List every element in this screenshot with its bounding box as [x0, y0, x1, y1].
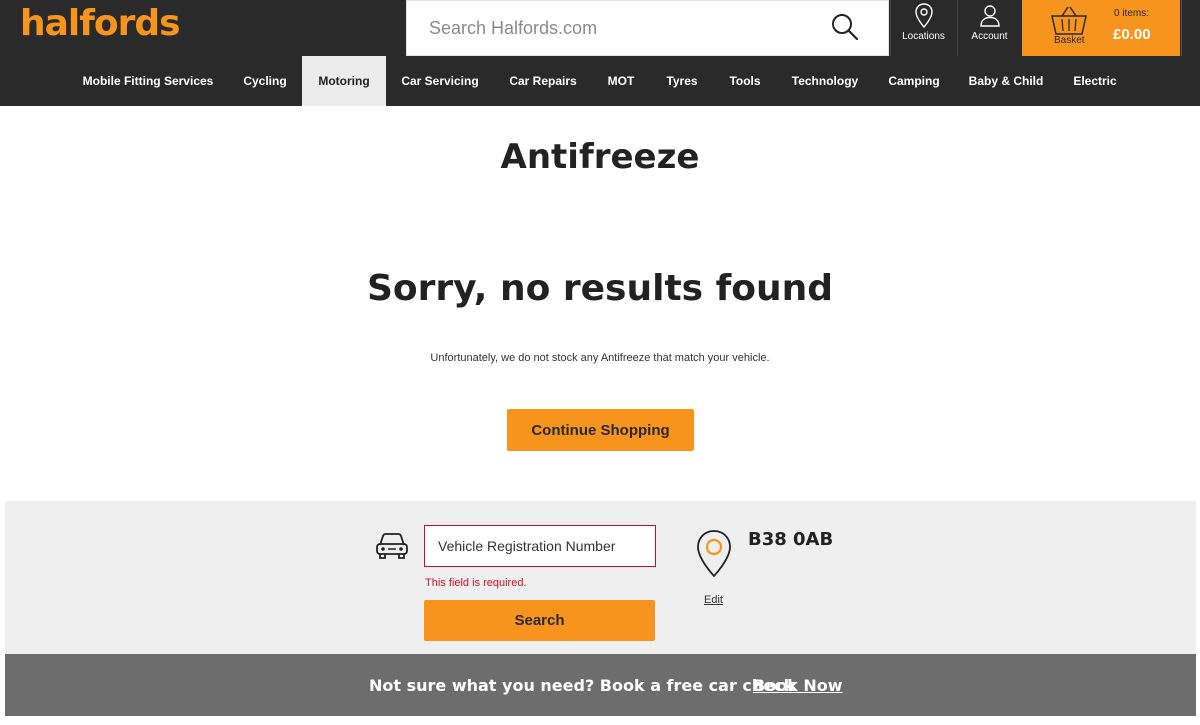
location-pin-icon: [697, 530, 731, 578]
car-icon: [376, 533, 408, 559]
locations-button[interactable]: Locations: [890, 0, 956, 56]
postcode-value: B38 0AB: [748, 529, 834, 550]
edit-location-link[interactable]: Edit: [704, 594, 723, 606]
nav-label: Tools: [729, 74, 761, 88]
nav-item-car-servicing[interactable]: Car Servicing: [390, 56, 490, 106]
nav-label: Car Repairs: [509, 74, 577, 88]
nav-item-mot[interactable]: MOT: [598, 56, 644, 106]
field-error-message: This field is required.: [425, 577, 527, 589]
nav-item-electric[interactable]: Electric: [1064, 56, 1126, 106]
account-button[interactable]: Account: [957, 0, 1021, 56]
search-input[interactable]: [429, 1, 809, 55]
nav-item-technology[interactable]: Technology: [782, 56, 868, 106]
nav-label: Technology: [791, 74, 859, 88]
basket-total: £0.00: [1113, 26, 1151, 43]
vehicle-search-button[interactable]: Search: [424, 600, 655, 641]
search-icon[interactable]: [830, 12, 862, 44]
header-edge: [1181, 0, 1200, 56]
nav-item-tyres[interactable]: Tyres: [656, 56, 708, 106]
nav-item-camping[interactable]: Camping: [878, 56, 950, 106]
nav-label: Camping: [888, 74, 940, 88]
nav-item-mobile-fitting-services[interactable]: Mobile Fitting Services: [68, 56, 228, 106]
continue-shopping-button[interactable]: Continue Shopping: [507, 409, 694, 451]
location-pin-icon: [914, 3, 933, 29]
top-header: halfords Locations Account: [0, 0, 1200, 56]
page-title: Antifreeze: [500, 137, 700, 177]
account-icon: [979, 5, 1000, 27]
halfords-logo[interactable]: halfords: [20, 2, 181, 46]
nav-label: Tyres: [666, 74, 698, 88]
vehicle-lookup-panel: This field is required. Search Edit B38 …: [5, 501, 1196, 654]
locations-label: Locations: [902, 31, 945, 42]
nav-label: Car Servicing: [401, 74, 479, 88]
nav-label: Baby & Child: [968, 74, 1044, 88]
nav-label: Electric: [1073, 74, 1117, 88]
no-results-heading: Sorry, no results found: [366, 268, 834, 309]
basket-label: Basket: [1054, 35, 1085, 46]
basket-icon: [1051, 6, 1087, 35]
no-results-message: Unfortunately, we do not stock any Antif…: [430, 352, 770, 364]
nav-item-tools[interactable]: Tools: [720, 56, 770, 106]
nav-label: Motoring: [318, 74, 370, 88]
search-bar: [406, 0, 889, 56]
nav-item-car-repairs[interactable]: Car Repairs: [498, 56, 588, 106]
nav-item-baby-and-child[interactable]: Baby & Child: [960, 56, 1052, 106]
account-label: Account: [971, 31, 1008, 42]
vehicle-registration-input[interactable]: [424, 525, 656, 567]
nav-label: Cycling: [243, 74, 287, 88]
basket-button[interactable]: Basket 0 items: £0.00: [1022, 0, 1180, 56]
banner-text: Not sure what you need? Book a free car …: [369, 676, 795, 695]
main-navigation: Mobile Fitting Services Cycling Motoring…: [0, 56, 1200, 106]
book-now-link[interactable]: Book Now: [753, 676, 843, 695]
nav-item-cycling[interactable]: Cycling: [232, 56, 298, 106]
nav-item-motoring[interactable]: Motoring: [302, 56, 386, 106]
nav-label: Mobile Fitting Services: [82, 74, 214, 88]
nav-label: MOT: [607, 74, 635, 88]
car-check-banner: Not sure what you need? Book a free car …: [5, 654, 1196, 716]
basket-item-count: 0 items:: [1114, 8, 1150, 19]
